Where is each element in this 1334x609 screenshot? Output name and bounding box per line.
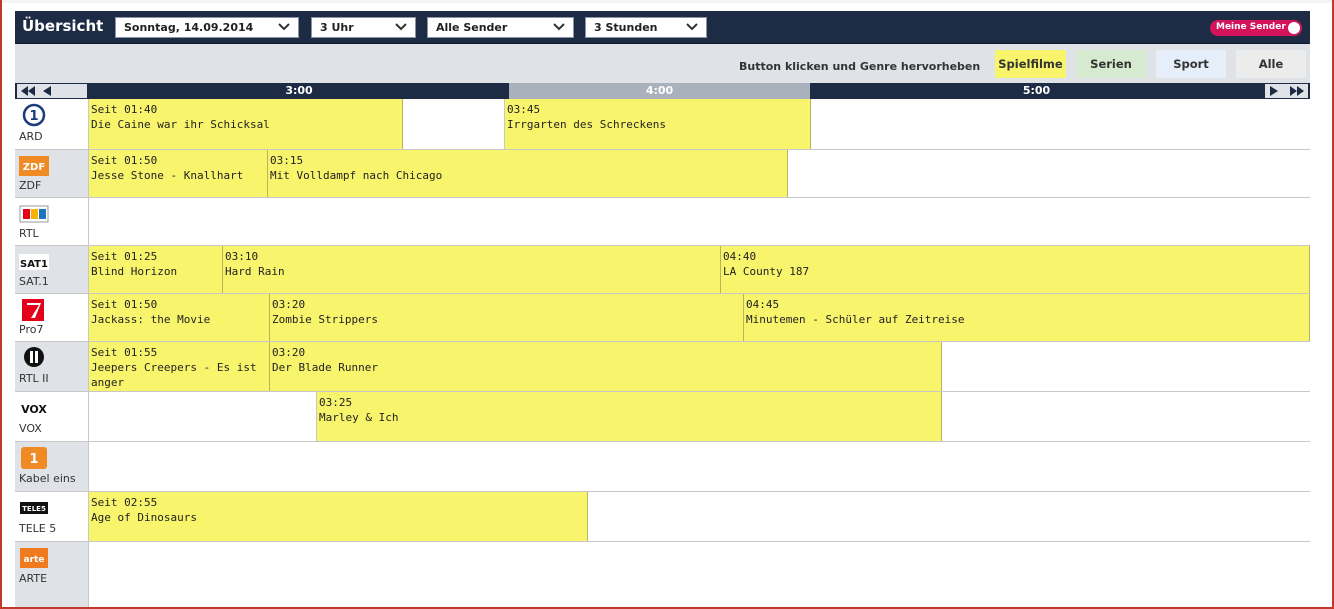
window-frame [0,0,1334,609]
